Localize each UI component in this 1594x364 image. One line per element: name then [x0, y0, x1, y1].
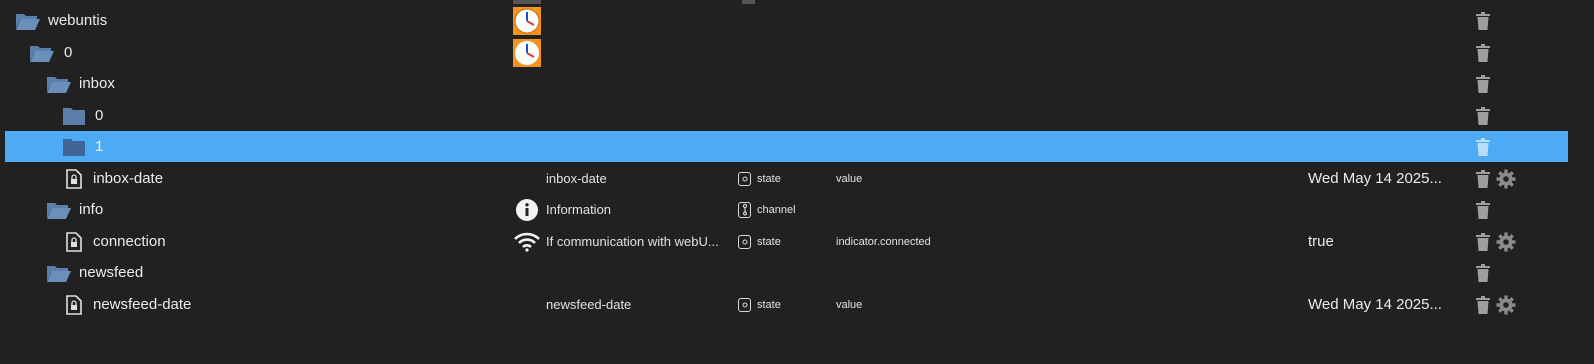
tree-row-inbox-1[interactable]: 1: [5, 131, 1568, 162]
clock-app-icon: [513, 37, 541, 68]
delete-icon[interactable]: [1476, 37, 1490, 68]
gear-icon[interactable]: [1496, 163, 1516, 194]
delete-icon[interactable]: [1476, 194, 1490, 225]
delete-icon[interactable]: [1476, 100, 1490, 131]
row-type: state: [757, 172, 781, 185]
state-file-icon: [66, 289, 82, 320]
tree-row-connection[interactable]: connection If communication with webU...…: [5, 226, 1568, 257]
info-circle-icon: [515, 194, 539, 225]
row-obj-role: value: [836, 172, 863, 185]
row-role-name: If communication with webU...: [546, 234, 719, 249]
row-type: channel: [757, 203, 796, 216]
state-type-icon: [738, 234, 751, 249]
row-type: state: [757, 298, 781, 311]
delete-icon[interactable]: [1476, 226, 1490, 257]
wifi-icon: [514, 226, 540, 257]
tree-row-newsfeed[interactable]: newsfeed: [5, 257, 1568, 288]
clock-app-icon: [513, 5, 541, 36]
row-type: state: [757, 235, 781, 248]
row-obj-role: indicator.connected: [836, 235, 931, 248]
folder-open-icon[interactable]: [46, 257, 72, 288]
partial-icon-top: [513, 0, 541, 4]
tree-row-info[interactable]: info Information channel: [5, 194, 1568, 225]
folder-closed-icon[interactable]: [62, 131, 86, 162]
delete-icon[interactable]: [1476, 257, 1490, 288]
row-name: info: [79, 201, 104, 218]
gear-icon[interactable]: [1496, 289, 1516, 320]
row-name: newsfeed: [79, 264, 144, 281]
object-tree: webuntis 0 inbox 0 1 inbox-date inbox-da…: [0, 0, 1594, 364]
state-file-icon: [66, 163, 82, 194]
row-obj-role: value: [836, 298, 863, 311]
row-name: 0: [95, 107, 104, 124]
tree-row-inbox[interactable]: inbox: [5, 68, 1568, 99]
row-name: inbox-date: [93, 170, 164, 187]
folder-open-icon[interactable]: [29, 37, 55, 68]
tree-row-inbox-date[interactable]: inbox-date inbox-date state value Wed Ma…: [5, 163, 1568, 194]
row-value[interactable]: Wed May 14 2025...: [1308, 163, 1442, 194]
tree-row-webuntis[interactable]: webuntis: [5, 5, 1568, 36]
row-role-name: Information: [546, 202, 612, 217]
gear-icon[interactable]: [1496, 226, 1516, 257]
state-type-icon: [738, 171, 751, 186]
row-role-name: newsfeed-date: [546, 297, 632, 312]
tree-row-0[interactable]: 0: [5, 37, 1568, 68]
folder-open-icon[interactable]: [46, 194, 72, 225]
row-name: 0: [64, 44, 73, 61]
delete-icon[interactable]: [1476, 163, 1490, 194]
delete-icon[interactable]: [1476, 131, 1490, 162]
row-name: newsfeed-date: [93, 296, 192, 313]
partial-badge-top: [742, 0, 755, 4]
state-type-icon: [738, 297, 751, 312]
tree-row-inbox-0[interactable]: 0: [5, 100, 1568, 131]
row-name: 1: [95, 138, 104, 155]
delete-icon[interactable]: [1476, 68, 1490, 99]
folder-open-icon[interactable]: [46, 68, 72, 99]
type-state: state: [738, 163, 781, 194]
delete-icon[interactable]: [1476, 289, 1490, 320]
row-value[interactable]: Wed May 14 2025...: [1308, 289, 1442, 320]
row-name: connection: [93, 233, 166, 250]
row-role-name: inbox-date: [546, 171, 607, 186]
tree-row-newsfeed-date[interactable]: newsfeed-date newsfeed-date state value …: [5, 289, 1568, 320]
type-state: state: [738, 226, 781, 257]
type-state: state: [738, 289, 781, 320]
row-name: inbox: [79, 75, 115, 92]
folder-open-icon[interactable]: [15, 5, 41, 36]
channel-type-icon: [738, 201, 751, 218]
row-value[interactable]: true: [1308, 226, 1334, 257]
delete-icon[interactable]: [1476, 5, 1490, 36]
type-channel: channel: [738, 194, 796, 225]
state-file-icon: [66, 226, 82, 257]
folder-closed-icon[interactable]: [62, 100, 86, 131]
row-name: webuntis: [48, 12, 108, 29]
